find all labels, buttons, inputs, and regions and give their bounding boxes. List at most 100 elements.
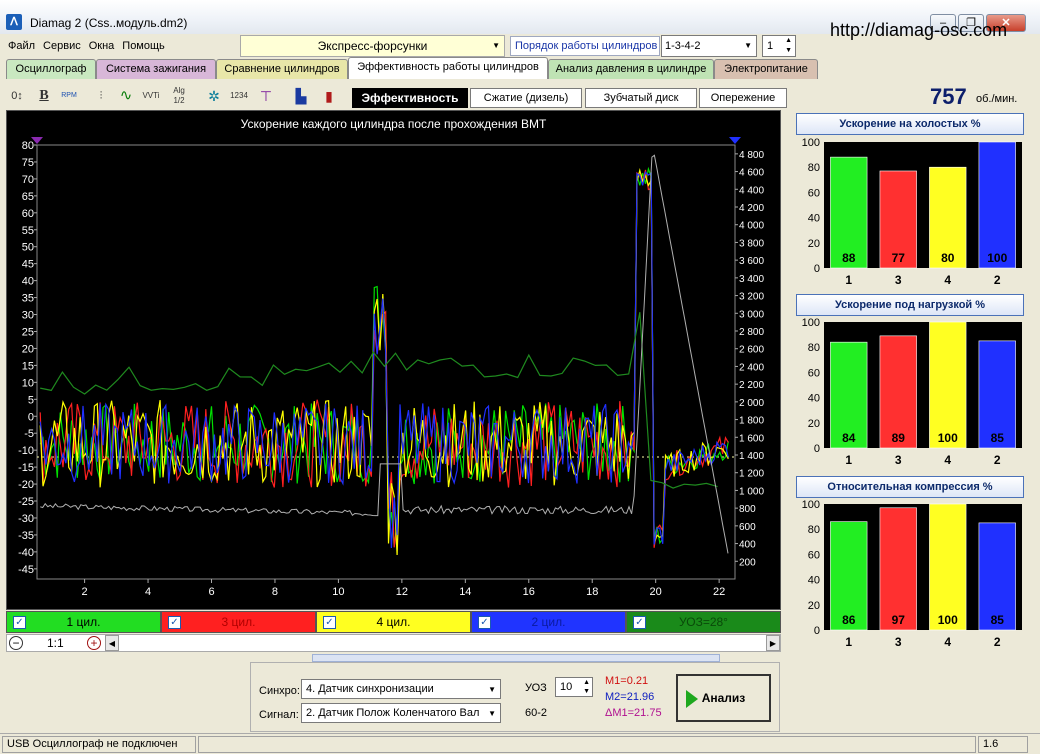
marker-icon[interactable]: ⊤ (255, 86, 277, 106)
bar-y-tick: 100 (802, 138, 820, 149)
chart-canvas[interactable]: 80757065605550454035302520151050-5-10-15… (7, 111, 780, 609)
y-tick-label: 70 (22, 174, 34, 186)
mode-select-value: Экспресс-форсунки (317, 39, 428, 53)
zoom-out-icon[interactable]: − (9, 636, 23, 650)
cylinder-spin[interactable]: 1 ▲ ▼ (762, 35, 796, 57)
menu-service[interactable]: Сервис (43, 36, 81, 56)
y2-tick-label: 4 000 (739, 221, 764, 232)
menu-file[interactable]: Файл (8, 36, 35, 56)
bar-category-label: 1 (845, 635, 852, 649)
timing-icon[interactable]: 1234 (228, 86, 250, 106)
legend-cyl-1[interactable]: ✓ 1 цил. (6, 611, 161, 633)
window-title: Diamag 2 (Css..модуль.dm2) (30, 16, 188, 30)
tab-ignition[interactable]: Система зажигания (96, 59, 216, 79)
cylinder-order-select[interactable]: 1-3-4-2 ▼ (661, 35, 757, 57)
series-cyl-3 (39, 169, 729, 548)
sync-select[interactable]: 4. Датчик синхронизации ▼ (301, 679, 501, 699)
offset-icon[interactable]: 0↕ (6, 86, 28, 106)
signal-label: Сигнал: (259, 709, 299, 721)
control-panel: Синхро: 4. Датчик синхронизации ▼ Сигнал:… (250, 662, 780, 732)
scale-icon[interactable]: ⫶ (90, 86, 112, 106)
uoz-spin[interactable]: 10 ▲ ▼ (555, 677, 593, 697)
algorithm-icon[interactable]: Alg 1/2 (168, 86, 190, 106)
tab-pressure-analysis[interactable]: Анализ давления в цилиндре (548, 59, 714, 79)
series-cyl-1 (39, 166, 729, 547)
mode-select[interactable]: Экспресс-форсунки ▼ (240, 35, 505, 57)
analyze-button[interactable]: Анализ (676, 674, 771, 722)
y-tick-label: -35 (18, 530, 34, 542)
tab-oscilloscope[interactable]: Осциллограф (6, 59, 96, 79)
legend-cyl-2[interactable]: ✓ 2 цил. (471, 611, 626, 633)
checkbox-icon[interactable]: ✓ (168, 616, 181, 629)
y-tick-label: 60 (22, 208, 34, 220)
bold-b-icon[interactable]: B (33, 86, 55, 106)
tab-cylinder-efficiency[interactable]: Эффективность работы цилиндров (348, 57, 548, 79)
y2-tick-label: 1 400 (739, 451, 764, 462)
x-tick-label: 4 (145, 586, 151, 598)
bar-y-tick: 80 (808, 524, 820, 536)
vvti-icon[interactable]: VVTi (140, 86, 162, 106)
bar-y-tick: 60 (808, 549, 820, 561)
y2-tick-label: 4 200 (739, 203, 764, 214)
rpm-icon[interactable]: RPM (58, 86, 80, 106)
bar-cyl-4 (929, 321, 967, 449)
subtab-advance[interactable]: Опережение (699, 88, 787, 108)
scroll-left-icon[interactable]: ◀ (105, 635, 119, 651)
panel-splitter[interactable] (312, 654, 720, 662)
scroll-right-icon[interactable]: ▶ (766, 635, 780, 651)
y2-tick-label: 600 (739, 522, 756, 533)
y2-tick-label: 800 (739, 504, 756, 515)
bar-category-label: 4 (944, 635, 951, 649)
y2-tick-label: 3 600 (739, 256, 764, 267)
bar-category-label: 1 (845, 273, 852, 287)
main-tabs: Осциллограф Система зажигания Сравнение … (4, 57, 824, 79)
subtab-gear-disk[interactable]: Зубчатый диск (585, 88, 697, 108)
y-tick-label: 55 (22, 225, 34, 237)
x-tick-label: 20 (650, 586, 662, 598)
car-icon[interactable]: ▙ (290, 86, 312, 106)
legend-uoz[interactable]: ✓ УОЗ=28° (626, 611, 781, 633)
y2-tick-label: 2 200 (739, 380, 764, 391)
bar-category-label: 3 (895, 635, 902, 649)
bug-icon[interactable]: ✲ (203, 86, 225, 106)
checkbox-icon[interactable]: ✓ (13, 616, 26, 629)
marker-m2-icon (729, 137, 741, 144)
checkbox-icon[interactable]: ✓ (478, 616, 491, 629)
panel-title-idle: Ускорение на холостых % (796, 113, 1024, 135)
bars-icon[interactable]: ▮ (318, 86, 340, 106)
analyze-label: Анализ (701, 691, 746, 705)
checkbox-icon[interactable]: ✓ (633, 616, 646, 629)
spin-arrows-icon[interactable]: ▲ ▼ (785, 36, 792, 56)
acceleration-chart[interactable]: Ускорение каждого цилиндра после прохожд… (6, 110, 781, 610)
app-icon: ⴷ (6, 14, 22, 30)
x-tick-label: 6 (208, 586, 214, 598)
y2-tick-label: 3 800 (739, 238, 764, 249)
zoom-in-icon[interactable]: + (87, 636, 101, 650)
legend-label-uoz: УОЗ=28° (679, 615, 728, 629)
menu-windows[interactable]: Окна (89, 36, 115, 56)
bar-cyl-2 (978, 141, 1016, 269)
y-tick-label: 50 (22, 242, 34, 254)
tab-cylinder-compare[interactable]: Сравнение цилиндров (216, 59, 348, 79)
compression-chart: 100 80 60 40 20 0 86 1 97 3 100 4 85 2 (796, 500, 1024, 653)
bar-y-tick: 60 (808, 367, 820, 379)
tab-power-supply[interactable]: Электропитание (714, 59, 818, 79)
chevron-down-icon: ▼ (744, 41, 752, 50)
y-tick-label: 5 (28, 394, 34, 406)
legend-cyl-3[interactable]: ✓ 3 цил. (161, 611, 316, 633)
checkbox-icon[interactable]: ✓ (323, 616, 336, 629)
menu-help[interactable]: Помощь (122, 36, 165, 56)
x-tick-label: 22 (713, 586, 725, 598)
subtab-compression[interactable]: Сжатие (дизель) (470, 88, 582, 108)
subtab-efficiency[interactable]: Эффективность (352, 88, 468, 108)
usb-status: USB Осциллограф не подключен (2, 736, 196, 753)
x-tick-label: 10 (332, 586, 344, 598)
spin-arrows-icon[interactable]: ▲ ▼ (583, 678, 590, 696)
load-acceleration-chart: 100 80 60 40 20 0 84 1 89 3 100 4 85 2 (796, 318, 1024, 471)
wave-icon[interactable]: ∿ (115, 86, 137, 106)
legend-cyl-4[interactable]: ✓ 4 цил. (316, 611, 471, 633)
wheel-type: 60-2 (525, 707, 548, 719)
zoom-scroll-bar: − 1:1 + ◀ ▶ (6, 634, 781, 652)
legend-label-cyl-2: 2 цил. (531, 615, 566, 629)
signal-select[interactable]: 2. Датчик Полож Коленчатого Вал ▼ (301, 703, 501, 723)
